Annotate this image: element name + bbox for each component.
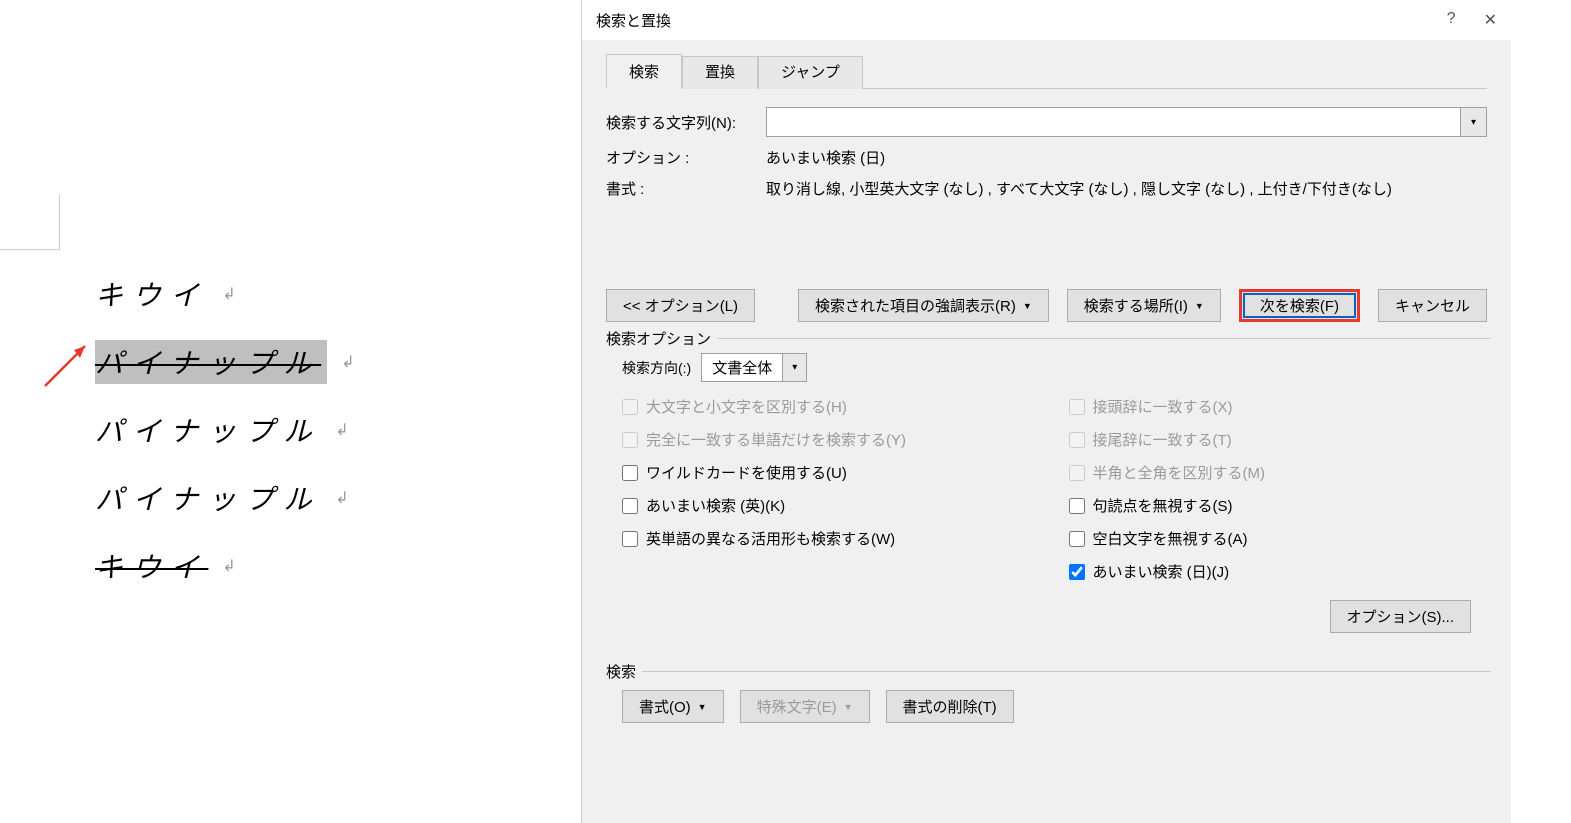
highlight-results-button[interactable]: 検索された項目の強調表示(R)▼	[798, 289, 1049, 322]
search-format-legend: 検索	[602, 661, 642, 682]
match-prefix-checkbox: 接頭辞に一致する(X)	[1069, 396, 1476, 417]
match-suffix-checkbox: 接尾辞に一致する(T)	[1069, 429, 1476, 450]
close-icon[interactable]: ✕	[1484, 10, 1497, 30]
dialog-title: 検索と置換	[596, 10, 671, 31]
clear-format-button[interactable]: 書式の削除(T)	[886, 690, 1014, 723]
search-in-button[interactable]: 検索する場所(I)▼	[1067, 289, 1221, 322]
format-value: 取り消し線, 小型英大文字 (なし) , すべて大文字 (なし) , 隠し文字 …	[766, 178, 1487, 199]
chevron-down-icon: ▼	[844, 702, 853, 712]
document-text[interactable]: キウイ↲ パイナップル↲ パイナップル↲ パイナップル↲ キウイ↲	[95, 260, 364, 600]
text-line[interactable]: パイナップル↲	[95, 328, 364, 396]
format-label: 書式 :	[606, 178, 766, 199]
search-input[interactable]	[766, 107, 1461, 137]
search-format-group: 検索 書式(O)▼ 特殊文字(E)▼ 書式の削除(T)	[602, 671, 1491, 739]
paragraph-mark-icon: ↲	[222, 284, 245, 304]
tab-jump[interactable]: ジャンプ	[758, 56, 863, 89]
chevron-down-icon: ▾	[1471, 117, 1476, 128]
search-string-label: 検索する文字列(N):	[606, 112, 766, 133]
search-options-group: 検索オプション 検索方向(:) 文書全体 ▾ 大文字と小文字を区別する(H) 接…	[602, 338, 1491, 649]
chevron-down-icon: ▼	[698, 702, 707, 712]
fuzzy-options-button[interactable]: オプション(S)...	[1330, 600, 1472, 633]
cancel-button[interactable]: キャンセル	[1378, 289, 1487, 322]
paragraph-mark-icon: ↲	[335, 420, 358, 440]
chevron-down-icon[interactable]: ▾	[783, 353, 807, 382]
chevron-down-icon: ▼	[1195, 301, 1204, 311]
dialog-title-bar[interactable]: 検索と置換 ? ✕	[582, 0, 1511, 40]
text-line[interactable]: パイナップル↲	[95, 464, 364, 532]
options-label: オプション :	[606, 147, 766, 168]
search-direction-label: 検索方向(:)	[622, 358, 691, 378]
text-line[interactable]: キウイ↲	[95, 260, 364, 328]
text-line[interactable]: パイナップル↲	[95, 396, 364, 464]
half-full-width-checkbox: 半角と全角を区別する(M)	[1069, 462, 1476, 483]
less-options-button[interactable]: << オプション(L)	[606, 289, 755, 322]
word-forms-checkbox[interactable]: 英単語の異なる活用形も検索する(W)	[622, 528, 1029, 549]
fuzzy-en-checkbox[interactable]: あいまい検索 (英)(K)	[622, 495, 1029, 516]
whole-word-checkbox: 完全に一致する単語だけを検索する(Y)	[622, 429, 1029, 450]
chevron-down-icon: ▼	[1023, 301, 1032, 311]
format-button[interactable]: 書式(O)▼	[622, 690, 724, 723]
ignore-space-checkbox[interactable]: 空白文字を無視する(A)	[1069, 528, 1476, 549]
tab-body: 検索する文字列(N): ▾ オプション : あいまい検索 (日) 書式 : 取り…	[606, 88, 1487, 199]
fuzzy-jp-checkbox[interactable]: あいまい検索 (日)(J)	[1069, 561, 1476, 582]
ignore-punct-checkbox[interactable]: 句読点を無視する(S)	[1069, 495, 1476, 516]
search-options-legend: 検索オプション	[602, 328, 717, 349]
options-value: あいまい検索 (日)	[766, 147, 1487, 168]
paragraph-mark-icon: ↲	[222, 556, 245, 576]
paragraph-mark-icon: ↲	[341, 352, 364, 372]
tab-search[interactable]: 検索	[606, 54, 682, 89]
paragraph-mark-icon: ↲	[335, 488, 358, 508]
annotation-arrow-icon	[40, 338, 90, 388]
tab-strip: 検索 置換 ジャンプ	[582, 40, 1511, 89]
find-replace-dialog: 検索と置換 ? ✕ 検索 置換 ジャンプ 検索する文字列(N): ▾ オプション…	[581, 0, 1511, 823]
help-icon[interactable]: ?	[1447, 10, 1456, 30]
search-direction-select[interactable]: 文書全体 ▾	[701, 353, 807, 382]
search-direction-value: 文書全体	[701, 353, 783, 382]
tab-replace[interactable]: 置換	[682, 56, 758, 89]
wildcard-checkbox[interactable]: ワイルドカードを使用する(U)	[622, 462, 1029, 483]
match-case-checkbox: 大文字と小文字を区別する(H)	[622, 396, 1029, 417]
search-history-dropdown[interactable]: ▾	[1461, 107, 1487, 137]
text-line[interactable]: キウイ↲	[95, 532, 364, 600]
main-button-row: << オプション(L) 検索された項目の強調表示(R)▼ 検索する場所(I)▼ …	[582, 289, 1511, 322]
document-pane: キウイ↲ パイナップル↲ パイナップル↲ パイナップル↲ キウイ↲	[0, 0, 580, 823]
find-next-button[interactable]: 次を検索(F)	[1239, 289, 1360, 322]
page-corner-mark	[0, 195, 60, 250]
special-char-button: 特殊文字(E)▼	[740, 690, 870, 723]
